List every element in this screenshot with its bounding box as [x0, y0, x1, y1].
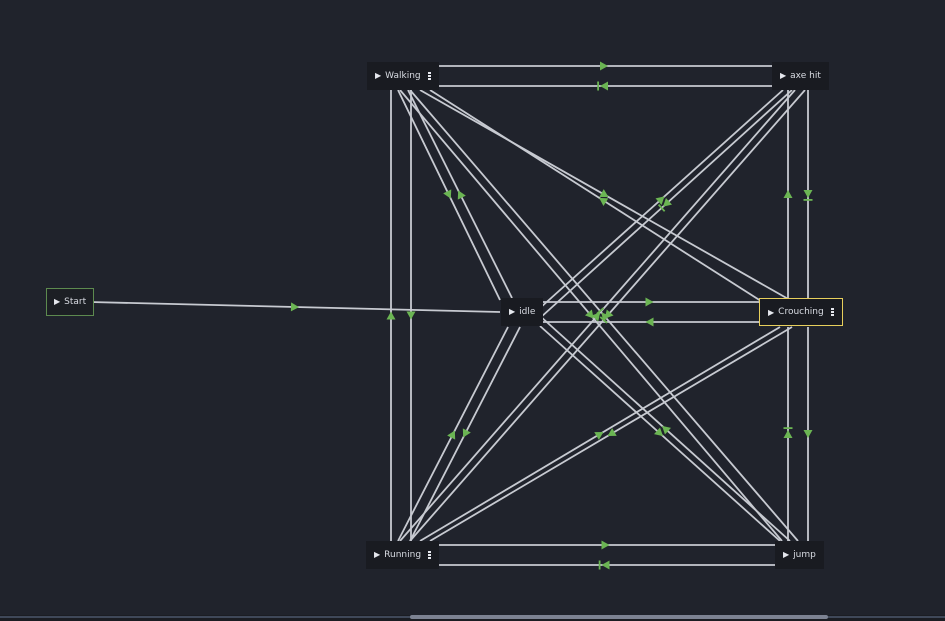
transition-arrow-icon[interactable]: [459, 428, 471, 439]
transition-arrow-icon[interactable]: [783, 427, 793, 438]
horizontal-scrollbar[interactable]: [0, 615, 945, 621]
node-running[interactable]: ▶ Running: [366, 541, 440, 569]
play-icon[interactable]: ▶: [374, 541, 380, 569]
state-machine-graph[interactable]: ▶ Start ▶ Walking ▶ axe hit ▶ idle ▶ Cro…: [0, 0, 945, 615]
more-options-icon[interactable]: [427, 72, 431, 80]
node-crouching[interactable]: ▶ Crouching: [759, 298, 843, 326]
transition-arrow-icon[interactable]: [386, 311, 396, 320]
node-start[interactable]: ▶ Start: [46, 288, 95, 316]
play-icon[interactable]: ▶: [783, 541, 789, 569]
play-icon[interactable]: ▶: [780, 62, 786, 90]
node-label: axe hit: [790, 71, 821, 81]
scrollbar-thumb[interactable]: [410, 615, 828, 619]
transition-arrow-icon[interactable]: [406, 311, 416, 320]
play-icon[interactable]: ▶: [54, 289, 60, 315]
transition-arrow-icon[interactable]: [645, 297, 654, 307]
transition-arrow-icon[interactable]: [803, 190, 813, 201]
node-walking[interactable]: ▶ Walking: [367, 62, 439, 90]
node-label: Walking: [385, 71, 421, 81]
transition-arrow-icon[interactable]: [783, 190, 793, 198]
play-icon[interactable]: ▶: [768, 300, 774, 325]
node-label: Crouching: [778, 306, 824, 317]
more-options-icon[interactable]: [428, 551, 432, 559]
node-label: Start: [64, 297, 87, 307]
node-label: Running: [384, 550, 422, 560]
transition-arrow-icon[interactable]: [443, 189, 455, 200]
transition-arrow-icon[interactable]: [803, 430, 813, 438]
play-icon[interactable]: ▶: [509, 298, 515, 326]
node-label: idle: [519, 307, 536, 317]
transition-arrow-icon[interactable]: [597, 81, 608, 91]
transition-arrow-icon[interactable]: [454, 188, 466, 200]
transition-arrow-icon[interactable]: [600, 61, 608, 71]
more-options-icon[interactable]: [830, 308, 834, 316]
node-jump[interactable]: ▶ jump: [775, 541, 824, 569]
node-axe-hit[interactable]: ▶ axe hit: [772, 62, 829, 90]
transition-arrow-icon[interactable]: [290, 302, 299, 312]
transition-arrow-icon[interactable]: [645, 317, 654, 327]
transition-arrow-icon[interactable]: [598, 560, 610, 570]
play-icon[interactable]: ▶: [375, 62, 381, 90]
node-idle[interactable]: ▶ idle: [501, 298, 544, 326]
node-label: jump: [793, 550, 816, 560]
transition-arrow-icon[interactable]: [601, 540, 610, 550]
transition-arrow-icon[interactable]: [447, 428, 459, 440]
